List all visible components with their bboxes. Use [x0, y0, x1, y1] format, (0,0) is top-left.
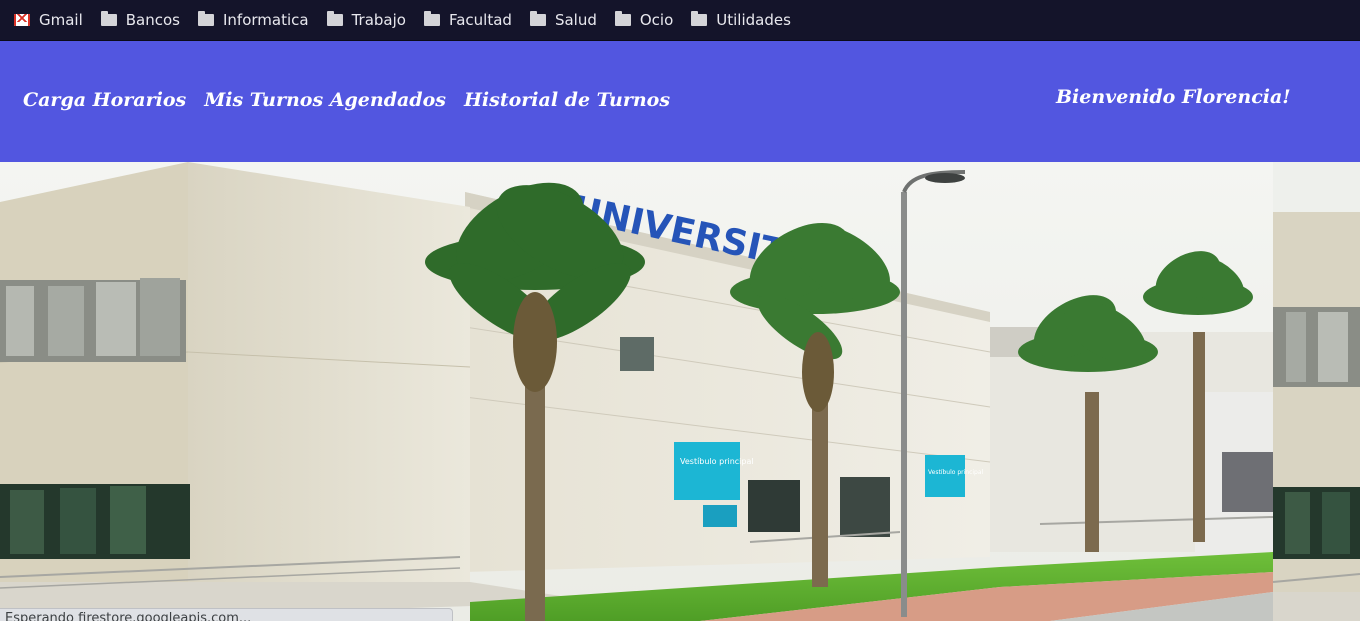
bookmark-label: Facultad [448, 11, 512, 29]
sign-panel-1: Vestíbulo principal [680, 457, 754, 466]
hero-image: UNIVERSITARIO Vestíbulo principal Vestíb… [0, 162, 1360, 621]
bookmark-folder-ocio[interactable]: Ocio [614, 6, 674, 34]
bookmark-gmail[interactable]: Gmail [14, 6, 83, 34]
folder-icon [423, 11, 440, 26]
folder-icon [198, 11, 214, 26]
bookmark-folder-trabajo[interactable]: Trabajo [326, 6, 406, 34]
bookmark-label: Bancos [125, 11, 180, 29]
main-nav: Carga Horarios Mis Turnos Agendados Hist… [23, 89, 688, 111]
gmail-icon [14, 14, 30, 26]
bookmark-label: Utilidades [716, 11, 791, 29]
folder-icon [326, 11, 343, 26]
status-text: Esperando firestore.googleapis.com... [5, 611, 252, 621]
nav-mis-turnos-agendados[interactable]: Mis Turnos Agendados [204, 89, 446, 111]
nav-historial-de-turnos[interactable]: Historial de Turnos [464, 89, 670, 111]
folder-icon [100, 11, 117, 26]
bookmark-label: Gmail [39, 11, 83, 29]
nav-carga-horarios[interactable]: Carga Horarios [23, 89, 186, 111]
bookmark-folder-salud[interactable]: Salud [529, 6, 597, 34]
folder-icon [529, 11, 546, 26]
hospital-building-photo: UNIVERSITARIO Vestíbulo principal Vestíb… [0, 162, 1360, 621]
bookmark-label: Salud [554, 11, 597, 29]
bookmark-label: Trabajo [351, 11, 406, 29]
bookmarks-bar: Gmail Bancos Informatica Trabajo Faculta… [0, 0, 1360, 41]
bookmark-folder-bancos[interactable]: Bancos [100, 6, 180, 34]
bookmark-label: Ocio [639, 11, 674, 29]
folder-icon [691, 11, 708, 26]
status-bubble: Esperando firestore.googleapis.com... [0, 608, 453, 621]
folder-icon [614, 11, 631, 26]
bookmark-folder-utilidades[interactable]: Utilidades [691, 6, 791, 34]
bookmark-folder-informatica[interactable]: Informatica [198, 6, 309, 34]
bookmark-label: Informatica [223, 11, 309, 29]
welcome-message: Bienvenido Florencia! [1056, 86, 1291, 108]
sign-panel-2: Vestíbulo principal [928, 469, 984, 476]
site-header: Carga Horarios Mis Turnos Agendados Hist… [0, 41, 1360, 162]
bookmark-folder-facultad[interactable]: Facultad [423, 6, 512, 34]
